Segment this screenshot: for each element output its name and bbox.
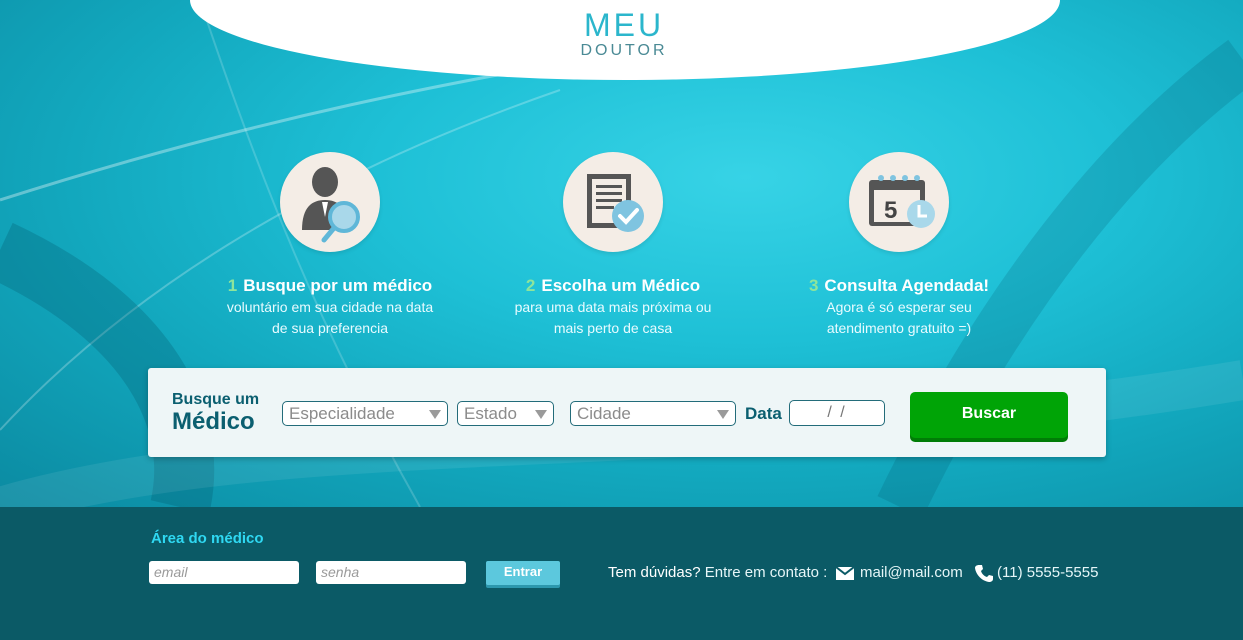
footer: Área do médico email senha Entrar Tem dú… [0,507,1243,640]
chevron-down-icon [535,410,547,419]
calendar-clock-icon: 5 [869,175,935,228]
step-2-number: 2 [525,276,536,295]
step-3-desc-line1: Agora é só esperar seu [826,299,972,315]
search-heading-line2: Médico [172,408,255,435]
estado-select[interactable]: Estado [457,401,554,426]
step-1: 1 Busque por um médico voluntário em sua … [200,152,460,338]
contact-email-link[interactable]: mail@mail.com [860,564,963,581]
step-3-badge: 5 [849,152,949,252]
chevron-down-icon [429,410,441,419]
mail-icon [836,567,854,580]
doctor-search-icon [302,167,360,243]
search-button[interactable]: Buscar [910,392,1068,438]
phone-icon [975,565,993,582]
step-1-title-text: Busque por um médico [243,276,433,295]
step-1-badge [280,152,380,252]
step-1-desc-line1: voluntário em sua cidade na data [226,299,434,315]
date-input[interactable]: / / [789,400,885,426]
contact-label: Entre em contato : [700,564,828,581]
step-1-number: 1 [227,276,238,295]
document-check-icon [587,174,644,232]
search-heading-line1: Busque um [172,391,260,408]
step-3: 5 3 Consulta Agendada! Agora é só esperar… [769,152,1029,338]
estado-select-value: Estado [464,404,517,423]
date-label: Data [745,404,782,423]
logo-line2: DOUTOR [580,42,668,59]
step-2-desc-line1: para uma data mais próxima ou [514,299,712,315]
brand-logo[interactable]: MEU DOUTOR [579,8,669,68]
especialidade-select[interactable]: Especialidade [282,401,448,426]
step-2: 2 Escolha um Médico para uma data mais pr… [483,152,743,338]
especialidade-select-value: Especialidade [289,404,395,423]
step-2-desc-line2: mais perto de casa [553,320,673,336]
doctor-area-title: Área do médico [151,530,264,547]
step-3-title: 3 Consulta Agendada! [769,276,1029,296]
hero-section: MEU DOUTOR 1 Busque por um médico voluntá… [0,0,1243,507]
logo-line1: MEU [583,7,665,43]
step-3-desc-line2: atendimento gratuito =) [826,320,972,336]
search-panel: Busque um Médico Especialidade Estado Ci… [148,368,1106,457]
calendar-day: 5 [884,197,897,224]
chevron-down-icon [717,410,729,419]
step-1-title: 1 Busque por um médico [200,276,460,296]
cidade-select-value: Cidade [577,404,631,423]
email-field[interactable]: email [149,561,299,584]
search-heading: Busque um Médico [172,390,260,435]
contact-text: Tem dúvidas? Entre em contato : [608,564,827,581]
cidade-select[interactable]: Cidade [570,401,736,426]
contact-phone[interactable]: (11) 5555-5555 [997,564,1098,581]
step-2-badge [563,152,663,252]
step-3-title-text: Consulta Agendada! [824,276,990,295]
password-field[interactable]: senha [316,561,466,584]
login-button[interactable]: Entrar [486,561,560,585]
step-3-number: 3 [808,276,819,295]
step-1-desc-line2: de sua preferencia [272,320,388,336]
step-2-title: 2 Escolha um Médico [483,276,743,296]
step-2-title-text: Escolha um Médico [541,276,701,295]
contact-question: Tem dúvidas? [608,564,701,581]
